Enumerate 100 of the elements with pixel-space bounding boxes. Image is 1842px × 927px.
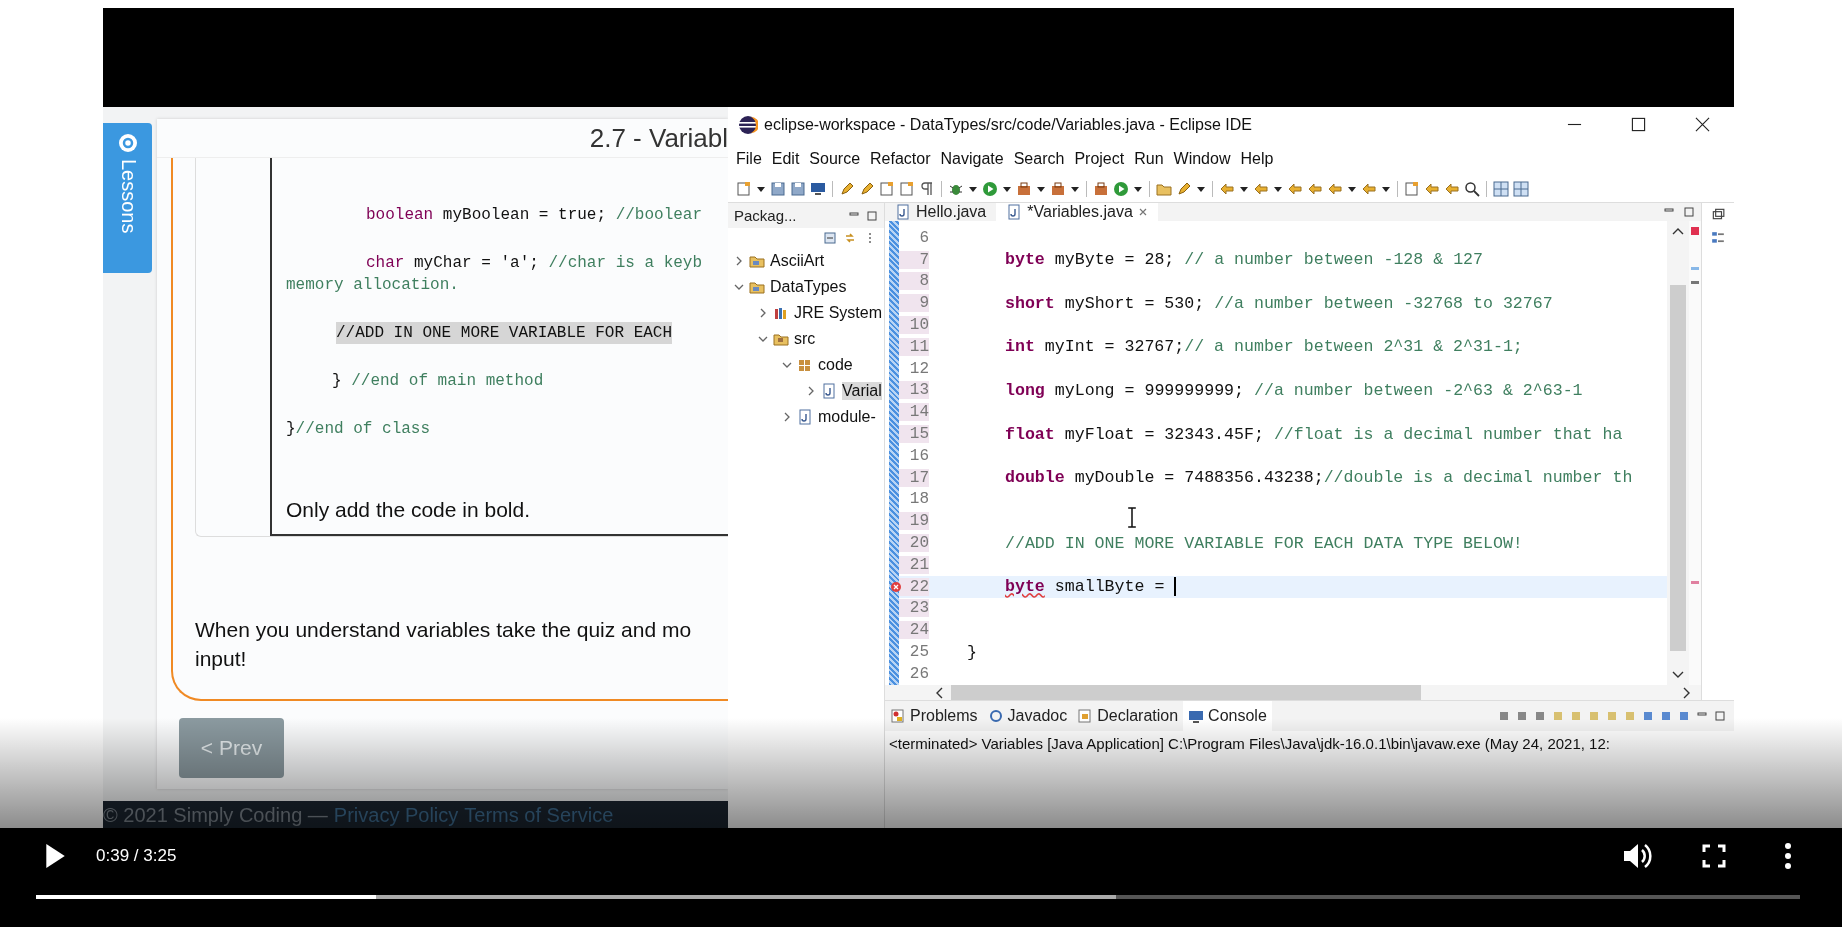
problems-icon bbox=[890, 708, 906, 724]
scroll-left-icon[interactable] bbox=[935, 686, 943, 699]
console-status: <terminated> Variables [Java Application] C:\Program Files\Java\jdk-16.0.1\bin\javaw.exe (May 24, 2021, 12: bbox=[888, 734, 1611, 752]
menu-item[interactable]: Edit bbox=[771, 149, 800, 168]
menu-item[interactable]: Run bbox=[1134, 149, 1164, 168]
menu-item[interactable]: Help bbox=[1240, 149, 1274, 168]
restore-icon[interactable] bbox=[1711, 207, 1725, 221]
paragraph-icon[interactable] bbox=[919, 180, 935, 197]
scroll-down-icon[interactable] bbox=[1672, 670, 1684, 679]
run-icon[interactable] bbox=[1113, 180, 1129, 197]
code-line: char myChar = 'a'; //char is a keyb bbox=[365, 253, 704, 274]
library-icon bbox=[773, 305, 789, 321]
outline-icon[interactable] bbox=[1711, 231, 1725, 245]
collapse-all-icon[interactable] bbox=[824, 232, 836, 244]
tree-item[interactable]: DataTypes bbox=[728, 274, 884, 300]
chevron-right-icon[interactable] bbox=[806, 386, 816, 396]
tree-label[interactable]: src bbox=[794, 330, 816, 348]
panel-tab[interactable]: Declaration bbox=[1072, 701, 1184, 731]
menu-item[interactable]: File bbox=[736, 149, 762, 168]
tree-label[interactable]: JRE System bbox=[794, 304, 882, 322]
menu-item[interactable]: Search bbox=[1013, 149, 1065, 168]
tree-label[interactable]: module- bbox=[818, 408, 876, 426]
paragraph-line: When you understand variables take the quiz and mo bbox=[195, 617, 693, 643]
project-folder-icon bbox=[749, 279, 765, 295]
menu-item[interactable]: Window bbox=[1173, 149, 1231, 168]
editor-tab[interactable]: Hello.java bbox=[885, 203, 997, 221]
line-number: 10 bbox=[899, 316, 929, 335]
monitor-icon[interactable] bbox=[810, 180, 826, 197]
line-number: 9 bbox=[899, 294, 929, 313]
tree-item[interactable]: src bbox=[728, 326, 884, 352]
panel-tab[interactable]: Console bbox=[1183, 701, 1272, 731]
pencil-icon[interactable] bbox=[1176, 180, 1192, 197]
save-icon[interactable] bbox=[790, 180, 806, 197]
code-line: double myDouble = 7488356.43238;//double is a decimal number th bbox=[1004, 468, 1633, 488]
tree-label[interactable]: DataTypes bbox=[770, 278, 847, 296]
tab-label[interactable]: Declaration bbox=[1097, 707, 1179, 725]
project-folder-icon bbox=[749, 253, 765, 269]
line-number: 14 bbox=[899, 403, 929, 422]
java-file-icon bbox=[821, 383, 837, 399]
tab-label[interactable]: *Variables.java bbox=[1027, 203, 1133, 221]
tree-item[interactable]: module- bbox=[728, 404, 884, 430]
play-icon[interactable] bbox=[44, 843, 66, 869]
code-line: byte smallByte = bbox=[1004, 577, 1166, 597]
window-title: eclipse-workspace - DataTypes/src/code/Variables.java - Eclipse IDE bbox=[764, 115, 1252, 134]
tree-item[interactable]: JRE System bbox=[728, 300, 884, 326]
panel-tab[interactable]: Problems bbox=[885, 701, 983, 731]
volume-icon[interactable] bbox=[1622, 842, 1654, 870]
tab-label[interactable]: Problems bbox=[910, 707, 978, 725]
chevron-down-icon[interactable] bbox=[782, 360, 792, 370]
menu-item[interactable]: Source bbox=[809, 149, 861, 168]
grid-icon[interactable] bbox=[1513, 180, 1529, 197]
tree-label[interactable]: AsciiArt bbox=[770, 252, 825, 270]
line-number: 20 bbox=[899, 534, 929, 553]
pencil-icon[interactable] bbox=[839, 180, 855, 197]
toolbox-icon[interactable] bbox=[1016, 180, 1032, 197]
maximize-icon[interactable] bbox=[1631, 117, 1646, 132]
line-number: 23 bbox=[899, 599, 929, 618]
toolbox-icon[interactable] bbox=[1093, 180, 1109, 197]
more-options-icon[interactable] bbox=[1784, 843, 1792, 869]
pencil-icon[interactable] bbox=[859, 180, 875, 197]
search-icon[interactable] bbox=[1464, 180, 1480, 197]
menu-item[interactable]: Navigate bbox=[940, 149, 1004, 168]
menu-item[interactable]: Project bbox=[1074, 149, 1125, 168]
tree-item[interactable]: AsciiArt bbox=[728, 248, 884, 274]
toolbox-icon[interactable] bbox=[1050, 180, 1066, 197]
panel-tab[interactable]: Javadoc bbox=[982, 701, 1073, 731]
text-cursor-icon bbox=[1127, 507, 1137, 528]
tab-label[interactable]: Console bbox=[1208, 707, 1267, 725]
tree-item[interactable]: Varial bbox=[728, 378, 884, 404]
tree-item[interactable]: code bbox=[728, 352, 884, 378]
chevron-down-icon[interactable] bbox=[758, 334, 768, 344]
document-icon[interactable] bbox=[879, 180, 895, 197]
source-folder-icon bbox=[773, 331, 789, 347]
run-icon[interactable] bbox=[982, 180, 998, 197]
tree-label[interactable]: Varial bbox=[842, 382, 882, 400]
scroll-up-icon[interactable] bbox=[1672, 227, 1684, 235]
progress-bar[interactable] bbox=[36, 895, 1800, 899]
tab-label[interactable]: Javadoc bbox=[1007, 707, 1068, 725]
chevron-down-icon[interactable] bbox=[734, 282, 744, 292]
save-icon[interactable] bbox=[770, 180, 786, 197]
link-icon[interactable] bbox=[844, 232, 856, 244]
close-icon[interactable] bbox=[1695, 117, 1710, 132]
tab-label[interactable]: Hello.java bbox=[916, 203, 987, 221]
code-line: //ADD IN ONE MORE VARIABLE FOR EACH DATA TYPE BELOW! bbox=[1004, 533, 1523, 553]
document-icon[interactable] bbox=[1404, 180, 1420, 197]
scroll-right-icon[interactable] bbox=[1683, 686, 1691, 699]
chevron-right-icon[interactable] bbox=[782, 412, 792, 422]
editor-tab[interactable]: *Variables.java bbox=[996, 203, 1158, 221]
fullscreen-icon[interactable] bbox=[1702, 844, 1726, 868]
code-line: float myFloat = 32343.45F; //float is a decimal number that ha bbox=[1004, 424, 1623, 444]
console-icon bbox=[1188, 708, 1205, 724]
menu-item[interactable]: Refactor bbox=[870, 149, 931, 168]
tree-label[interactable]: code bbox=[818, 356, 853, 374]
grid-icon[interactable] bbox=[1493, 180, 1509, 197]
chevron-right-icon[interactable] bbox=[758, 308, 768, 318]
horizontal-scrollbar[interactable] bbox=[885, 684, 1701, 701]
paragraph-line: input! bbox=[195, 646, 248, 672]
stop-icon[interactable] bbox=[1498, 710, 1510, 722]
chevron-right-icon[interactable] bbox=[734, 256, 744, 266]
code-line: int myInt = 32767;// a number between 2^31 & 2^31-1; bbox=[1004, 337, 1523, 357]
